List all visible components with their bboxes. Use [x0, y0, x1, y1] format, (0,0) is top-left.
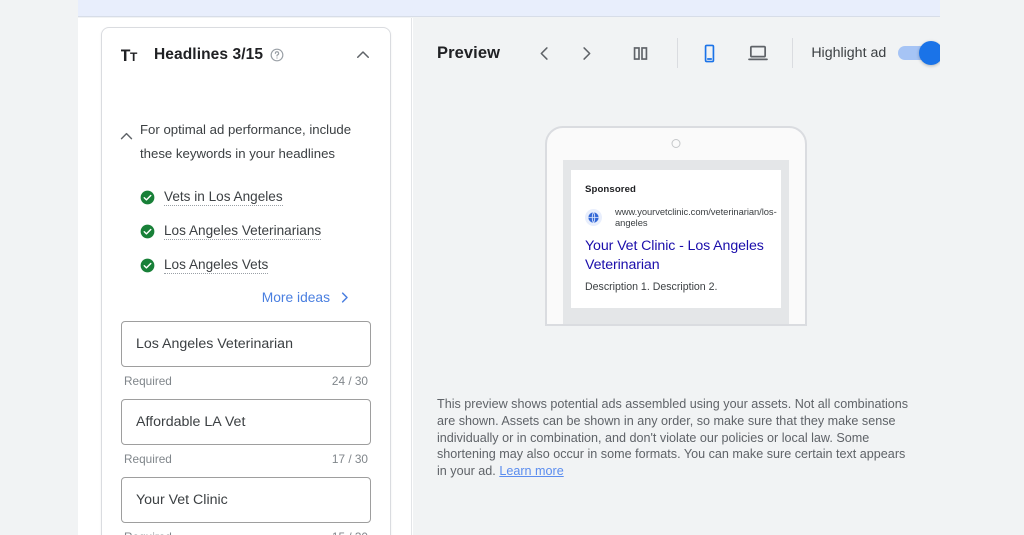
camera-dot-icon: [671, 139, 681, 148]
assets-panel: T T Headlines 3/15 For optimal ad perfor…: [78, 18, 412, 535]
keyword-suggestions: For optimal ad performance, include thes…: [102, 82, 390, 305]
page-frame: T T Headlines 3/15 For optimal ad perfor…: [78, 18, 940, 535]
ad-display-url: www.yourvetclinic.com/veterinarian/los-a…: [615, 206, 777, 228]
headline-2-counter: 17 / 30: [331, 452, 368, 466]
more-ideas-row[interactable]: More ideas: [121, 282, 372, 305]
headline-fields: Los Angeles Veterinarian Required 24 / 3…: [102, 305, 390, 535]
chevron-right-icon[interactable]: [337, 290, 352, 305]
check-circle-icon: [140, 190, 155, 205]
ad-content: Sponsored www.yourvetclinic.com/veterina…: [571, 170, 781, 293]
ad-preview-card: Sponsored www.yourvetclinic.com/veterina…: [571, 170, 781, 308]
headline-3-counter: 15 / 30: [332, 530, 368, 535]
headline-input-1-value[interactable]: Los Angeles Veterinarian: [136, 336, 293, 352]
headline-1-status: Required: [124, 374, 172, 388]
toolbar-divider-2: [792, 38, 794, 68]
keyword-item[interactable]: Los Angeles Veterinarians: [140, 214, 372, 248]
learn-more-link[interactable]: Learn more: [499, 464, 563, 478]
check-circle-icon: [140, 258, 155, 273]
preview-panel: Preview Highlight ad Sponsored www.yourv…: [413, 18, 940, 535]
preview-title: Preview: [437, 43, 501, 62]
suggestions-chevron-up-icon[interactable]: [118, 128, 135, 145]
headline-1-counter: 24 / 30: [331, 374, 368, 388]
headline-input-2-value[interactable]: Affordable LA Vet: [136, 414, 245, 430]
headline-input-3-value[interactable]: Your Vet Clinic: [136, 492, 228, 508]
headline-input-1[interactable]: Los Angeles Veterinarian: [121, 321, 371, 367]
headline-2-status: Required: [124, 452, 172, 466]
highlight-ad-label: Highlight ad: [811, 45, 887, 61]
headline-input-2[interactable]: Affordable LA Vet: [121, 399, 371, 445]
split-view-icon[interactable]: [625, 36, 657, 70]
headline-2-meta: Required 17 / 30: [121, 445, 371, 466]
toggle-knob: [919, 41, 940, 65]
keyword-list: Vets in Los Angeles Los Angeles Veterina…: [121, 166, 372, 282]
desktop-device-icon[interactable]: [742, 36, 774, 70]
svg-text:T: T: [130, 50, 138, 64]
globe-favicon-icon: [585, 208, 602, 226]
ad-headline[interactable]: Your Vet Clinic - Los Angeles Veterinari…: [585, 237, 767, 275]
suggestions-description: For optimal ad performance, include thes…: [140, 122, 352, 161]
keyword-item[interactable]: Vets in Los Angeles: [140, 180, 372, 214]
top-banner-strip: [78, 0, 940, 17]
headline-3-meta: Required 15 / 30: [121, 523, 371, 535]
ad-url-row: www.yourvetclinic.com/veterinarian/los-a…: [585, 206, 777, 228]
check-circle-icon: [140, 224, 155, 239]
device-screen: Sponsored www.yourvetclinic.com/veterina…: [563, 160, 789, 324]
headlines-asset-card: T T Headlines 3/15 For optimal ad perfor…: [101, 27, 391, 535]
preview-disclaimer: This preview shows potential ads assembl…: [437, 396, 915, 480]
chevron-up-icon[interactable]: [354, 46, 372, 64]
text-format-icon: T T: [121, 45, 143, 65]
sponsored-label: Sponsored: [585, 184, 637, 195]
headlines-card-header[interactable]: T T Headlines 3/15: [102, 28, 390, 82]
headline-1-meta: Required 24 / 30: [121, 367, 371, 388]
preview-toolbar: Preview Highlight ad: [413, 18, 940, 88]
toolbar-divider: [676, 38, 678, 68]
more-ideas-link[interactable]: More ideas: [262, 290, 330, 305]
ad-description: Description 1. Description 2.: [585, 281, 718, 293]
app-root: T T Headlines 3/15 For optimal ad perfor…: [0, 0, 1024, 535]
headline-3-status: Required: [124, 530, 172, 535]
headline-input-3[interactable]: Your Vet Clinic: [121, 477, 371, 523]
preview-next-button[interactable]: [570, 36, 602, 70]
headlines-card-title: Headlines 3/15: [154, 46, 264, 63]
preview-prev-button[interactable]: [528, 36, 560, 70]
keyword-label[interactable]: Los Angeles Veterinarians: [164, 223, 322, 240]
help-circle-icon[interactable]: [270, 48, 284, 62]
device-mockup: Sponsored www.yourvetclinic.com/veterina…: [545, 126, 807, 326]
keyword-item[interactable]: Los Angeles Vets: [140, 248, 372, 282]
keyword-label[interactable]: Los Angeles Vets: [164, 257, 269, 274]
highlight-ad-toggle[interactable]: [898, 41, 940, 65]
mobile-device-icon[interactable]: [694, 36, 726, 70]
keyword-label[interactable]: Vets in Los Angeles: [164, 189, 283, 206]
